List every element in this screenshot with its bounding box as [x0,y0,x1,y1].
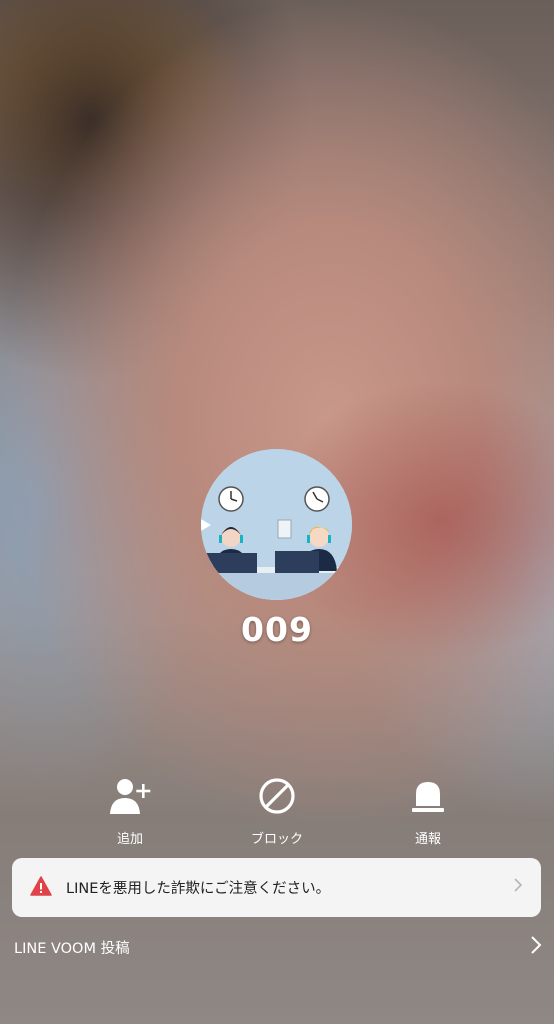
line-voom-label: LINE VOOM 投稿 [14,940,130,957]
block-button[interactable]: ブロック [222,772,332,847]
report-label: 通報 [414,832,441,847]
chevron-right-icon [530,935,542,959]
block-icon [222,772,332,820]
add-friend-icon [75,772,185,820]
profile-avatar[interactable] [201,449,352,600]
add-friend-label: 追加 [116,832,143,847]
report-button[interactable]: 通報 [373,772,483,847]
line-voom-posts-row[interactable]: LINE VOOM 投稿 [14,936,542,958]
add-friend-button[interactable]: 追加 [75,772,185,847]
report-icon [373,772,483,820]
fraud-warning-banner[interactable]: LINEを悪用した詐欺にご注意ください。 [12,858,541,917]
fraud-warning-text: LINEを悪用した詐欺にご注意ください。 [66,881,331,897]
block-label: ブロック [250,832,303,847]
profile-name: 009 [241,610,313,649]
warning-icon [30,875,52,900]
chevron-right-icon [513,877,523,898]
